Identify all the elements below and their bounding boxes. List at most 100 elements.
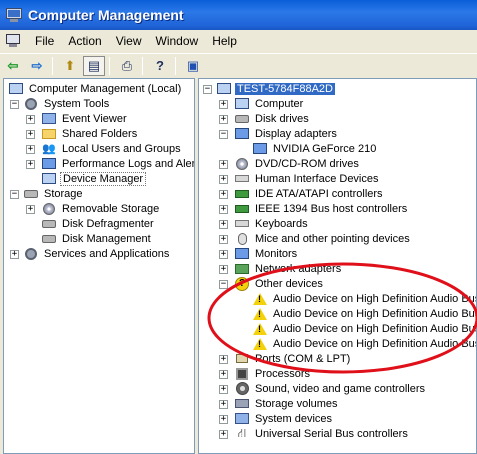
menu-help[interactable]: Help	[205, 34, 244, 48]
expand-toggle[interactable]: +	[219, 115, 228, 124]
device-category-storage-volumes[interactable]: Storage volumes	[234, 396, 340, 411]
print-button[interactable]: ⎙	[116, 56, 138, 76]
tree-item-root[interactable]: Computer Management (Local)	[8, 81, 183, 96]
device-category-dvd-cdrom[interactable]: DVD/CD-ROM drives	[234, 156, 361, 171]
expand-toggle[interactable]: +	[26, 160, 35, 169]
up-folder-icon: ⬆	[64, 57, 76, 73]
menu-window[interactable]: Window	[149, 34, 206, 48]
tree-label: Shared Folders	[62, 127, 138, 140]
expand-toggle[interactable]: +	[219, 235, 228, 244]
menu-action[interactable]: Action	[61, 34, 108, 48]
device-category-network-adapters[interactable]: Network adapters	[234, 261, 343, 276]
collapse-toggle[interactable]: −	[10, 190, 19, 199]
device-manager-icon	[41, 172, 57, 186]
tree-label: Device Manager	[60, 171, 147, 186]
tree-label: Audio Device on High Definition Audio Bu…	[273, 322, 477, 335]
device-category-monitors[interactable]: Monitors	[234, 246, 299, 261]
tree-item-device-manager[interactable]: Device Manager	[41, 171, 147, 186]
device-category-keyboards[interactable]: Keyboards	[234, 216, 310, 231]
tree-label: Disk Management	[62, 232, 151, 245]
hid-icon	[234, 172, 250, 186]
expand-toggle[interactable]: +	[26, 115, 35, 124]
device-tree-pane[interactable]: − TEST-5784F88A2D + Computer + Disk driv…	[198, 78, 477, 454]
up-one-level-button[interactable]: ⬆	[59, 56, 81, 76]
collapse-toggle[interactable]: −	[219, 130, 228, 139]
device-nvidia-geforce[interactable]: NVIDIA GeForce 210	[252, 141, 378, 156]
tree-item-disk-management[interactable]: Disk Management	[41, 231, 153, 246]
tree-item-local-users[interactable]: 👥 Local Users and Groups	[41, 141, 183, 156]
storage-icon	[23, 187, 39, 201]
tree-label: Mice and other pointing devices	[255, 232, 410, 245]
device-audio-hda-1[interactable]: Audio Device on High Definition Audio Bu…	[252, 291, 476, 306]
device-audio-hda-3[interactable]: Audio Device on High Definition Audio Bu…	[252, 321, 477, 336]
expand-toggle[interactable]: +	[26, 145, 35, 154]
device-category-ide[interactable]: IDE ATA/ATAPI controllers	[234, 186, 385, 201]
device-category-sound-video[interactable]: Sound, video and game controllers	[234, 381, 427, 396]
tree-item-system-tools[interactable]: System Tools	[23, 96, 111, 111]
expand-toggle[interactable]: +	[219, 265, 228, 274]
console-tree-pane[interactable]: Computer Management (Local) − System Too…	[3, 78, 195, 454]
expand-toggle[interactable]: +	[219, 385, 228, 394]
storage-volume-icon	[234, 397, 250, 411]
device-category-computer[interactable]: Computer	[234, 96, 305, 111]
title-bar[interactable]: Computer Management	[0, 0, 477, 30]
expand-toggle[interactable]: +	[10, 250, 19, 259]
properties-button[interactable]: ▣	[182, 56, 204, 76]
tree-label: IEEE 1394 Bus host controllers	[255, 202, 408, 215]
device-category-ports[interactable]: Ports (COM & LPT)	[234, 351, 352, 366]
tree-item-services-applications[interactable]: Services and Applications	[23, 246, 171, 261]
device-category-usb[interactable]: ⛙ Universal Serial Bus controllers	[234, 426, 410, 441]
tree-item-shared-folders[interactable]: Shared Folders	[41, 126, 139, 141]
mouse-icon	[234, 232, 250, 246]
back-button[interactable]: ⇦	[2, 56, 24, 76]
menu-file[interactable]: File	[28, 34, 61, 48]
device-category-processors[interactable]: Processors	[234, 366, 312, 381]
device-audio-hda-2[interactable]: Audio Device on High Definition Audio Bu…	[252, 306, 476, 321]
device-category-system-devices[interactable]: System devices	[234, 411, 334, 426]
tree-item-event-viewer[interactable]: Event Viewer	[41, 111, 129, 126]
expand-toggle[interactable]: +	[219, 415, 228, 424]
menu-view[interactable]: View	[109, 34, 149, 48]
expand-toggle[interactable]: +	[219, 370, 228, 379]
tree-item-removable-storage[interactable]: Removable Storage	[41, 201, 161, 216]
system-menu-icon[interactable]	[6, 34, 22, 48]
tree-label: TEST-5784F88A2D	[235, 82, 335, 95]
warning-icon	[252, 322, 268, 336]
tree-item-storage[interactable]: Storage	[23, 186, 85, 201]
device-category-other-devices[interactable]: ? Other devices	[234, 276, 325, 291]
warning-icon	[252, 307, 268, 321]
tree-item-performance-logs[interactable]: Performance Logs and Alerts	[41, 156, 194, 171]
expand-toggle[interactable]: +	[26, 205, 35, 214]
tree-label: Display adapters	[255, 127, 337, 140]
tree-item-disk-defragmenter[interactable]: Disk Defragmenter	[41, 216, 156, 231]
collapse-toggle[interactable]: −	[219, 280, 228, 289]
collapse-toggle[interactable]: −	[10, 100, 19, 109]
tree-label: Network adapters	[255, 262, 342, 275]
show-hide-tree-button[interactable]: ▤	[83, 55, 105, 76]
forward-button[interactable]: ⇨	[26, 56, 48, 76]
device-category-display-adapters[interactable]: Display adapters	[234, 126, 339, 141]
expand-toggle[interactable]: +	[219, 220, 228, 229]
help-button[interactable]: ?	[149, 56, 171, 76]
cd-drive-icon	[234, 157, 250, 171]
expand-toggle[interactable]: +	[219, 355, 228, 364]
device-audio-hda-4[interactable]: Audio Device on High Definition Audio Bu…	[252, 336, 476, 351]
expand-toggle[interactable]: +	[219, 190, 228, 199]
expand-toggle[interactable]: +	[219, 400, 228, 409]
expand-toggle[interactable]: +	[219, 175, 228, 184]
device-category-disk-drives[interactable]: Disk drives	[234, 111, 311, 126]
device-tree-root[interactable]: TEST-5784F88A2D	[216, 81, 335, 96]
expand-toggle[interactable]: +	[219, 160, 228, 169]
collapse-toggle[interactable]: −	[203, 85, 212, 94]
expand-toggle[interactable]: +	[219, 250, 228, 259]
window-title: Computer Management	[28, 7, 184, 23]
display-adapter-icon	[252, 142, 268, 156]
device-category-hid[interactable]: Human Interface Devices	[234, 171, 381, 186]
device-category-mice[interactable]: Mice and other pointing devices	[234, 231, 412, 246]
expand-toggle[interactable]: +	[219, 205, 228, 214]
expand-toggle[interactable]: +	[219, 100, 228, 109]
device-category-ieee1394[interactable]: IEEE 1394 Bus host controllers	[234, 201, 409, 216]
port-icon	[234, 352, 250, 366]
expand-toggle[interactable]: +	[26, 130, 35, 139]
expand-toggle[interactable]: +	[219, 430, 228, 439]
